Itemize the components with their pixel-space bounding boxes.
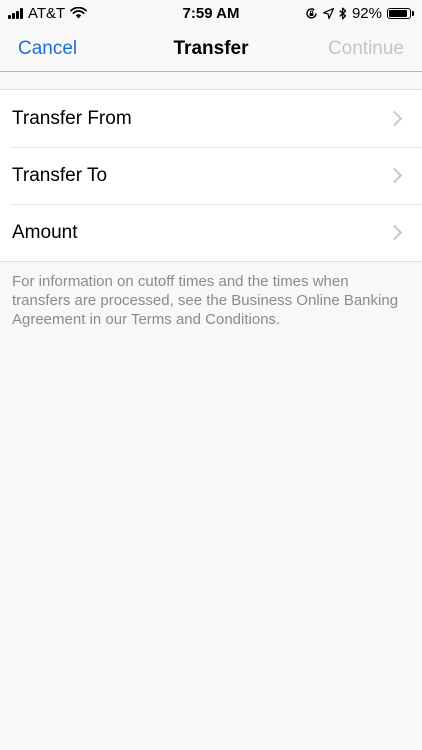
row-transfer-to[interactable]: Transfer To (0, 147, 422, 204)
chevron-right-icon (386, 167, 403, 184)
row-label: Amount (12, 221, 78, 243)
continue-button[interactable]: Continue (328, 38, 404, 60)
row-transfer-from[interactable]: Transfer From (0, 90, 422, 147)
chevron-right-icon (386, 110, 403, 127)
status-left: AT&T (8, 4, 88, 22)
status-right: 92% (305, 5, 414, 22)
battery-icon (387, 7, 414, 19)
row-amount[interactable]: Amount (0, 204, 422, 261)
wifi-icon (70, 7, 88, 19)
cancel-button[interactable]: Cancel (18, 38, 77, 60)
transfer-form-list: Transfer From Transfer To Amount (0, 89, 422, 262)
carrier-label: AT&T (28, 4, 66, 22)
rotation-lock-icon (306, 7, 317, 19)
row-label: Transfer From (12, 107, 132, 129)
nav-bar: Cancel Transfer Continue (0, 26, 422, 72)
chevron-right-icon (386, 224, 403, 241)
location-icon (322, 7, 334, 19)
bluetooth-icon (339, 7, 347, 19)
cutoff-times-note: For information on cutoff times and the … (12, 273, 399, 328)
signal-icon (8, 7, 23, 19)
screen: AT&T 7:59 AM 92% Cancel Transfer Continu… (0, 0, 422, 750)
row-label: Transfer To (12, 164, 108, 186)
battery-percent: 92% (351, 4, 382, 22)
status-bar: AT&T 7:59 AM 92% (0, 0, 422, 26)
